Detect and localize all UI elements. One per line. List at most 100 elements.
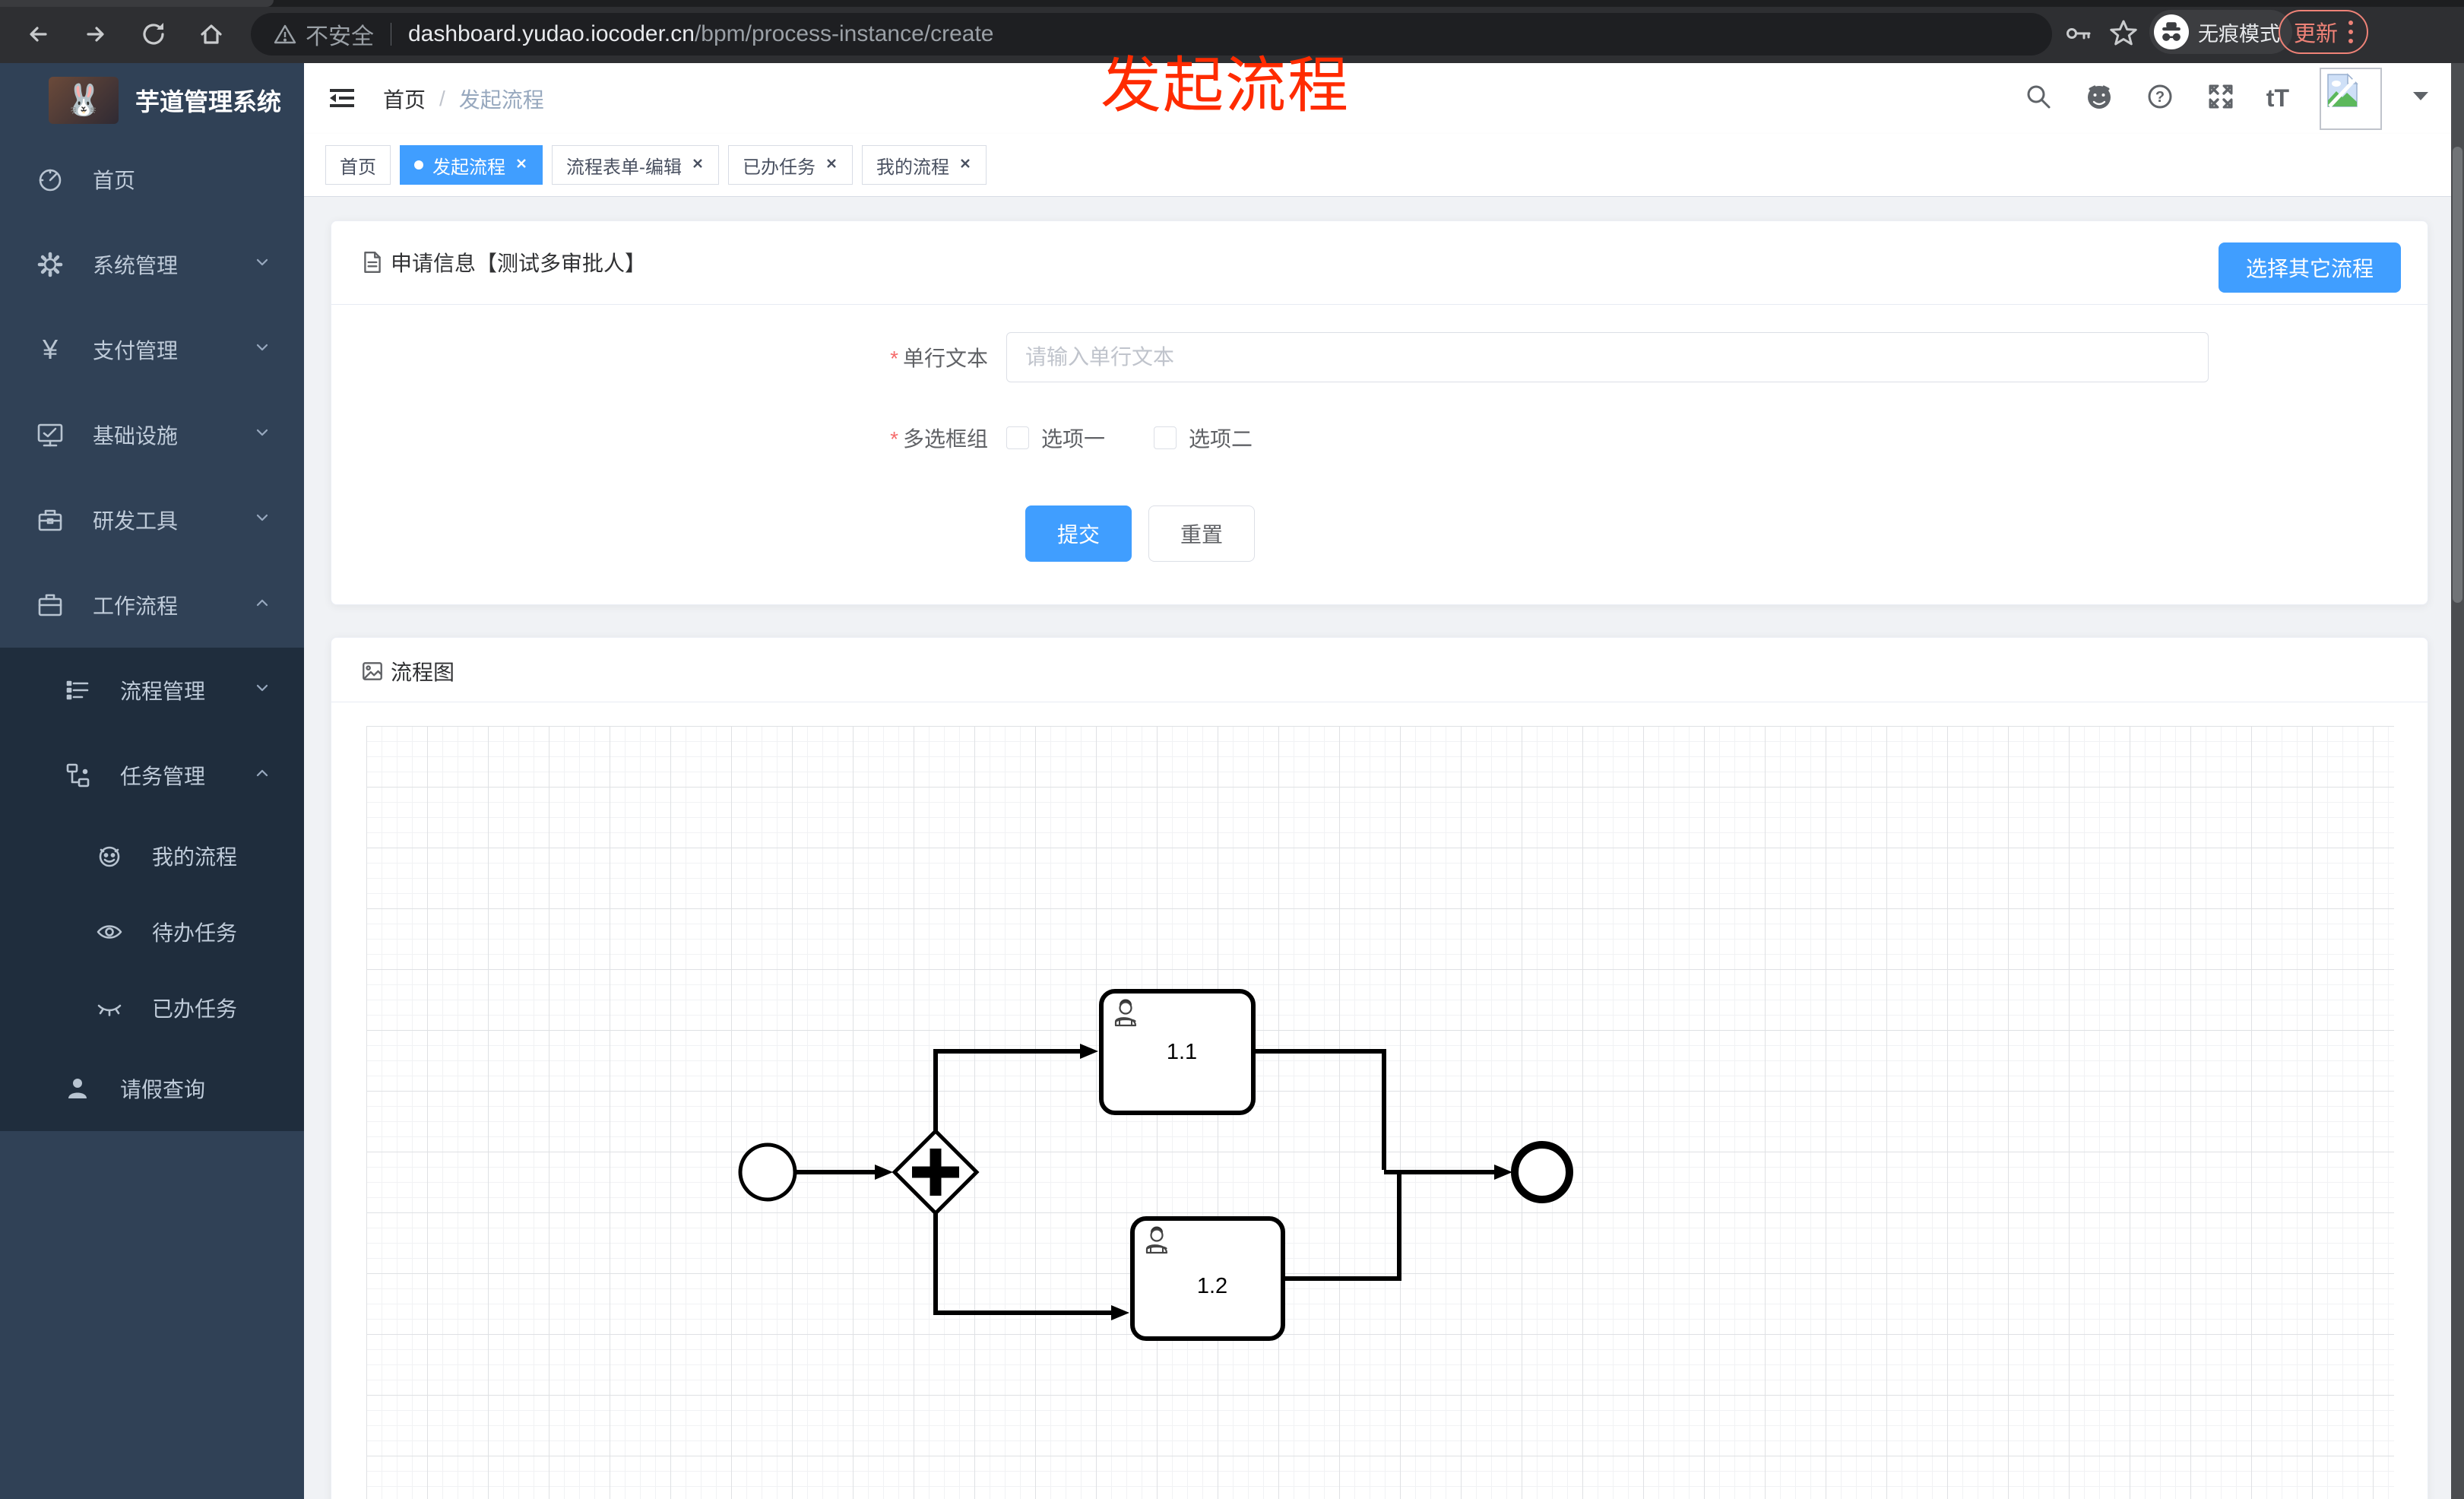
svg-text:¥: ¥ <box>42 334 59 365</box>
tab-label: 流程表单-编辑 <box>566 157 682 178</box>
app-logo-row: 🐰 芋道管理系统 <box>0 63 304 137</box>
field-label: * 单行文本 <box>890 347 988 370</box>
chevron-down-icon[interactable] <box>2412 91 2429 106</box>
incognito-icon <box>2154 14 2189 49</box>
checkbox-group-row: * 多选框组 选项一 选项二 <box>733 419 2428 457</box>
fullscreen-icon[interactable] <box>2206 81 2236 116</box>
tab-my-process[interactable]: 我的流程 <box>862 145 987 185</box>
page-scrollbar[interactable] <box>2451 63 2464 1499</box>
workflow-submenu: 流程管理 任务管理 我的流程 待办任务 已办任务 请假查询 <box>0 648 304 1131</box>
sidebar-item-home[interactable]: 首页 <box>0 137 304 222</box>
svg-text:?: ? <box>2155 89 2165 106</box>
sidebar-item-label: 首页 <box>93 169 136 192</box>
scrollbar-thumb[interactable] <box>2453 147 2462 603</box>
main-header: 首页 / 发起流程 ? tT <box>304 63 2464 134</box>
url-path: /bpm/process-instance/create <box>694 21 994 46</box>
chevron-down-icon <box>251 336 274 364</box>
sidebar-item-process-management[interactable]: 流程管理 <box>0 648 304 733</box>
url-text: dashboard.yudao.iocoder.cn/bpm/process-i… <box>408 21 993 47</box>
browser-update-button[interactable]: 更新 <box>2279 10 2369 54</box>
sidebar-item-leave-query[interactable]: 请假查询 <box>0 1046 304 1131</box>
breadcrumb: 首页 / 发起流程 <box>383 63 544 134</box>
back-icon[interactable] <box>24 21 52 48</box>
browser-active-tab[interactable] <box>0 0 274 7</box>
robot-face-icon <box>93 841 126 871</box>
browser-menu-icon[interactable] <box>2348 21 2354 43</box>
checkbox-option-1[interactable]: 选项一 <box>1006 423 1105 453</box>
page-content: 申请信息【测试多审批人】 选择其它流程 *单行文本 *多选框组 <box>304 197 2464 1499</box>
sidebar-collapse-icon[interactable] <box>327 83 357 113</box>
sidebar-item-done-tasks[interactable]: 已办任务 <box>0 970 304 1046</box>
monitor-icon <box>33 420 67 450</box>
flow-tree-icon <box>61 760 94 791</box>
toolbox-icon <box>33 505 67 535</box>
checkbox-label: 选项一 <box>1041 427 1106 451</box>
tab-form-edit[interactable]: 流程表单-编辑 <box>552 145 719 185</box>
tag-tabs-bar: 首页 发起流程 流程表单-编辑 已办任务 我的流程 <box>304 134 2464 197</box>
sidebar-item-dev-tools[interactable]: 研发工具 <box>0 477 304 563</box>
forward-icon[interactable] <box>82 21 109 48</box>
checkbox-label: 选项二 <box>1189 427 1253 451</box>
submit-button[interactable]: 提交 <box>1025 505 1132 562</box>
checkbox-icon[interactable] <box>1154 426 1177 449</box>
password-key-icon[interactable] <box>2064 18 2095 49</box>
update-label: 更新 <box>2294 22 2339 46</box>
user-task-1-1[interactable]: 1.1 <box>1099 989 1256 1115</box>
sidebar-item-workflow[interactable]: 工作流程 <box>0 563 304 648</box>
reload-icon[interactable] <box>140 21 167 48</box>
home-icon[interactable] <box>198 21 225 48</box>
close-icon[interactable] <box>958 154 972 176</box>
broken-image-icon <box>2327 72 2358 108</box>
github-icon[interactable] <box>2084 81 2114 116</box>
avatar[interactable] <box>2320 67 2382 130</box>
sidebar-item-system[interactable]: 系统管理 <box>0 222 304 307</box>
select-other-process-button[interactable]: 选择其它流程 <box>2218 242 2401 293</box>
close-icon[interactable] <box>825 154 838 176</box>
font-size-icon[interactable]: tT <box>2266 84 2289 113</box>
chevron-up-icon <box>251 762 274 790</box>
breadcrumb-home[interactable]: 首页 <box>383 84 426 114</box>
help-icon[interactable]: ? <box>2145 81 2175 116</box>
form-buttons-row: 提交 重置 <box>1025 505 2428 562</box>
chevron-down-icon <box>251 421 274 449</box>
diagram-card-header: 流程图 <box>331 638 2428 702</box>
close-icon[interactable] <box>691 154 705 176</box>
required-asterisk: * <box>890 427 898 451</box>
checkbox-icon[interactable] <box>1006 426 1029 449</box>
sidebar-item-payment[interactable]: ¥ 支付管理 <box>0 307 304 392</box>
app-title: 芋道管理系统 <box>135 87 282 116</box>
task-label: 1.1 <box>1167 1040 1197 1064</box>
eye-icon <box>93 917 126 947</box>
breadcrumb-separator: / <box>439 86 445 110</box>
bookmark-star-icon[interactable] <box>2108 18 2139 49</box>
sidebar-item-infrastructure[interactable]: 基础设施 <box>0 392 304 477</box>
breadcrumb-current: 发起流程 <box>458 87 544 112</box>
tab-home[interactable]: 首页 <box>325 145 391 185</box>
search-icon[interactable] <box>2023 81 2054 116</box>
chevron-down-icon <box>251 251 274 279</box>
sidebar-item-todo-tasks[interactable]: 待办任务 <box>0 894 304 970</box>
sidebar-item-my-process[interactable]: 我的流程 <box>0 818 304 894</box>
process-diagram-card: 流程图 1.1 1.2 <box>331 637 2428 1499</box>
tab-done-tasks[interactable]: 已办任务 <box>728 145 853 185</box>
close-icon[interactable] <box>515 154 528 176</box>
single-line-text-input[interactable] <box>1006 332 2209 382</box>
page-title-overlay: 发起流程 <box>1101 52 1350 119</box>
active-dot-icon <box>414 160 423 170</box>
tab-label: 我的流程 <box>876 157 949 178</box>
bpmn-canvas[interactable]: 1.1 1.2 <box>366 726 2394 1499</box>
reset-button[interactable]: 重置 <box>1148 505 1255 562</box>
security-label: 不安全 <box>306 24 374 49</box>
checkbox-option-2[interactable]: 选项二 <box>1154 423 1253 453</box>
parallel-gateway[interactable] <box>892 1128 980 1216</box>
single-line-text-row: * 单行文本 <box>733 332 2428 382</box>
user-task-1-2[interactable]: 1.2 <box>1130 1216 1285 1341</box>
field-label: * 多选框组 <box>890 427 988 451</box>
url-domain: dashboard.yudao.iocoder.cn <box>408 21 695 46</box>
chevron-down-icon <box>251 506 274 534</box>
document-icon <box>364 252 381 273</box>
start-event[interactable] <box>738 1142 797 1202</box>
sidebar-item-task-management[interactable]: 任务管理 <box>0 733 304 818</box>
tab-start-process[interactable]: 发起流程 <box>400 145 543 185</box>
end-event[interactable] <box>1511 1141 1573 1203</box>
